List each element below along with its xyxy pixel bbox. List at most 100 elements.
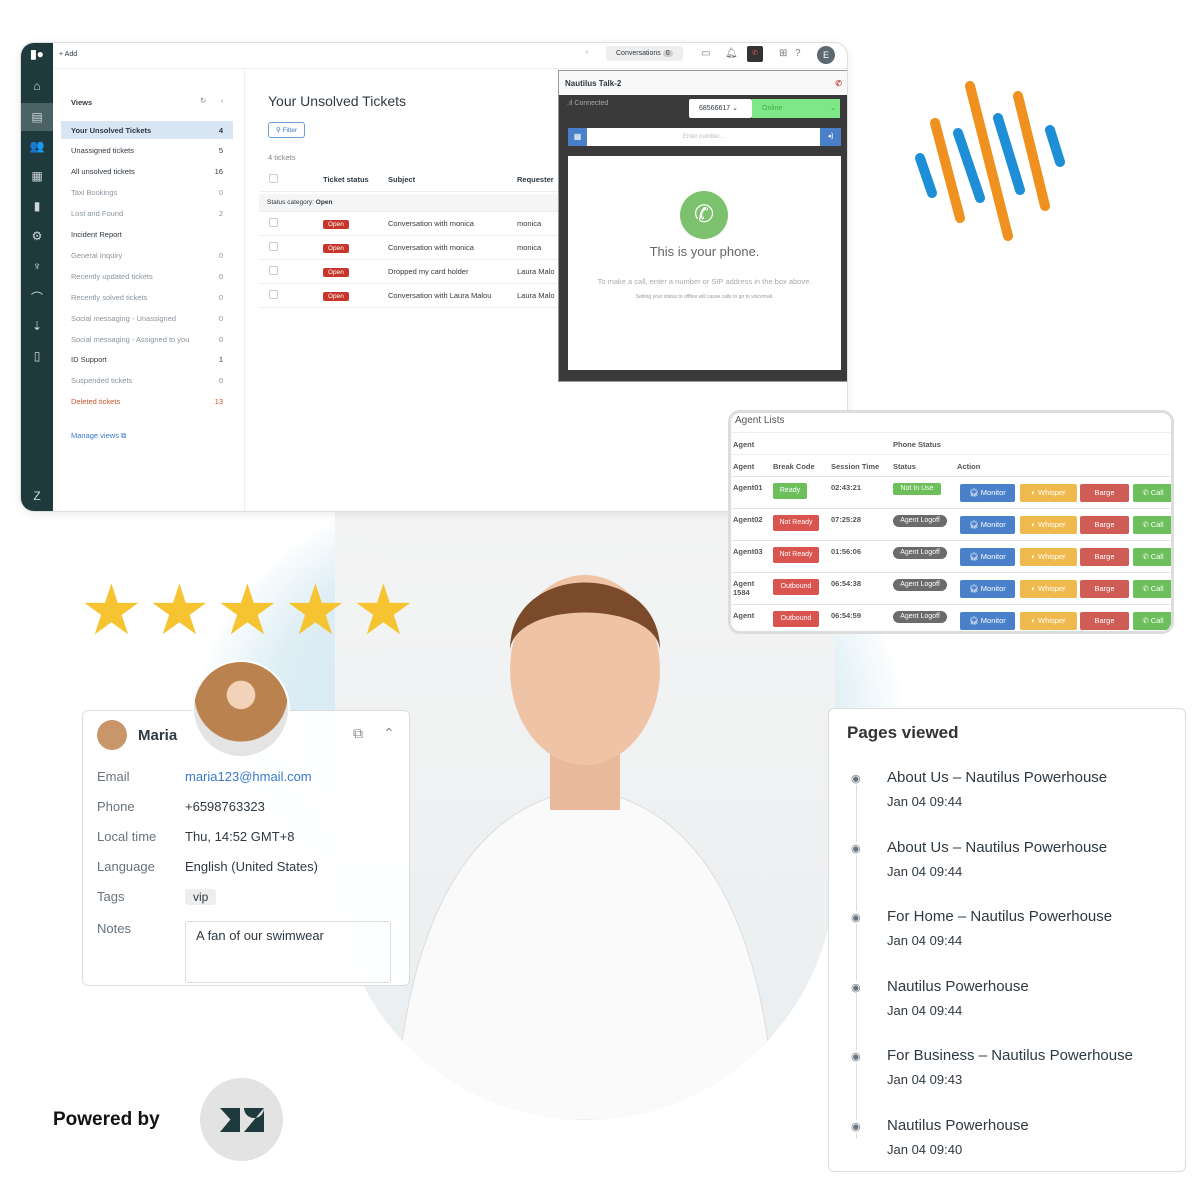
call-button[interactable]: ✆ Call [1133,484,1171,502]
agent-row: Agent01 Ready 02:43:21 Not In Use 🎧︎ Monitor… [731,476,1171,508]
field-value: +6598763323 [185,799,265,814]
select-all-checkbox[interactable] [269,174,278,183]
view-item[interactable]: Taxi Bookings 0 [61,184,233,202]
view-item[interactable]: Incident Report [61,226,233,244]
view-item[interactable]: Recently solved tickets 0 [61,288,233,306]
whisper-button[interactable]: ◐ Whisper [1020,516,1077,534]
view-item[interactable]: All unsolved tickets 16 [61,163,233,181]
monitor-button[interactable]: 🎧︎ Monitor [960,516,1015,534]
call-button[interactable]: ✆ Call [1133,548,1171,566]
collapse-icon[interactable]: ‹ [221,96,224,105]
monitor-button[interactable]: 🎧︎ Monitor [960,612,1015,630]
refresh-icon[interactable]: ↻ [200,96,206,105]
row-checkbox[interactable] [269,242,278,251]
file-icon[interactable]: ▯ [21,349,53,363]
field-value[interactable]: maria123@hmail.com [185,769,312,784]
break-code-badge: Outbound [773,611,819,627]
page-title: Your Unsolved Tickets [268,93,406,109]
user-avatar[interactable]: E [817,46,835,64]
whisper-button[interactable]: ◐ Whisper [1020,548,1077,566]
reporting-icon[interactable]: ▮ [21,199,53,213]
view-item[interactable]: Social messaging - Unassigned 0 [61,309,233,327]
view-item[interactable]: Unassigned tickets 5 [61,142,233,160]
notes-row: Notes A fan of our swimwear [97,921,391,983]
view-item[interactable]: ID Support 1 [61,351,233,369]
call-button[interactable]: ✆ Call [1133,612,1171,630]
tickets-icon[interactable]: ▤ [21,103,53,131]
whisper-button[interactable]: ◐ Whisper [1020,484,1077,502]
page-view-item[interactable]: ◉ For Home – Nautilus Powerhouse Jan 04 09… [851,908,1171,948]
row-checkbox[interactable] [269,266,278,275]
view-item[interactable]: Lost and Found 2 [61,205,233,223]
group-agent: Agent [733,440,755,449]
customers-icon[interactable]: 👥 [21,139,53,153]
barge-button[interactable]: Barge [1080,580,1129,598]
apps-grid-icon[interactable]: ⊞ [779,48,787,59]
view-item[interactable]: Suspended tickets 0 [61,372,233,390]
notes-textarea[interactable]: A fan of our swimwear [185,921,391,983]
col-subject: Subject [388,175,416,184]
conversations-button[interactable]: Conversations 0 [606,46,683,61]
table-row[interactable]: Open Conversation with monica monica [259,212,569,236]
signal-icon[interactable]: ⌒ [21,289,53,306]
apps-icon[interactable]: ♆ [21,259,53,273]
add-button[interactable]: + Add [59,51,77,58]
number-input[interactable]: Enter number... [587,128,820,146]
page-view-item[interactable]: ◉ About Us – Nautilus Powerhouse Jan 04 09… [851,769,1171,809]
monitor-button[interactable]: 🎧︎ Monitor [960,548,1015,566]
home-icon[interactable]: ⌂ [21,79,53,93]
collapse-chevron-icon[interactable]: ⌃ [383,725,395,742]
barge-button[interactable]: Barge [1080,516,1129,534]
table-header: Ticket status Subject Requester [259,168,569,192]
view-label: Social messaging - Assigned to you [71,334,190,344]
organizations-icon[interactable]: ▦ [21,169,53,183]
search-icon[interactable]: ⌕ [585,49,589,57]
whisper-button[interactable]: ◐ Whisper [1020,612,1077,630]
page-time: Jan 04 09:44 [887,933,963,948]
whisper-button[interactable]: ◐ Whisper [1020,580,1077,598]
monitor-button[interactable]: 🎧︎ Monitor [960,484,1015,502]
view-count: 1 [218,355,223,365]
help-icon[interactable]: ? [795,48,801,59]
view-item[interactable]: Your Unsolved Tickets 4 [61,121,233,139]
call-button[interactable]: ✆ Call [1133,516,1171,534]
bell-icon[interactable]: 🔔︎ [725,48,738,59]
download-icon[interactable]: ⇣ [21,319,53,333]
number-select[interactable]: 68566617 ⌄ [689,99,752,118]
chat-icon[interactable]: ▭ [701,48,710,59]
open-external-icon[interactable]: ⧉ [353,725,363,742]
call-out-icon[interactable]: ◂) [820,128,841,146]
tag-vip[interactable]: vip [185,889,217,905]
table-row[interactable]: Open Conversation with Laura Malou Laura M… [259,284,569,308]
monitor-button[interactable]: 🎧︎ Monitor [960,580,1015,598]
call-button[interactable]: ✆ Call [1133,580,1171,598]
table-row[interactable]: Open Conversation with monica monica [259,236,569,260]
view-item[interactable]: Recently updated tickets 0 [61,267,233,285]
session-time: 01:56:06 [831,547,862,556]
page-view-item[interactable]: ◉ Nautilus Powerhouse Jan 04 09:40 [851,1117,1171,1157]
barge-button[interactable]: Barge [1080,612,1129,630]
page-view-item[interactable]: ◉ For Business – Nautilus Powerhouse Jan 0… [851,1047,1171,1087]
table-row[interactable]: Open Dropped my card holder Laura Malo [259,260,569,284]
admin-gear-icon[interactable]: ⚙ [21,229,53,243]
view-count: 0 [218,313,223,323]
filter-button[interactable]: ⚲ Filter [268,122,306,138]
view-item[interactable]: Social messaging - Assigned to you 0 [61,330,233,348]
ticket-requester: Laura Malo [517,291,555,300]
row-checkbox[interactable] [269,290,278,299]
manage-views-link[interactable]: Manage views ⧉ [71,431,126,441]
row-checkbox[interactable] [269,218,278,227]
status-select[interactable]: Online ⌄ [752,99,840,118]
page-view-item[interactable]: ◉ Nautilus Powerhouse Jan 04 09:44 [851,978,1171,1018]
view-item[interactable]: Deleted tickets 13 [61,393,233,411]
barge-button[interactable]: Barge [1080,484,1129,502]
page-view-item[interactable]: ◉ About Us – Nautilus Powerhouse Jan 04 09… [851,839,1171,879]
agent-row: Agent Outbound 06:54:59 Agent Logoff 🎧︎ Moni… [731,604,1171,631]
barge-button[interactable]: Barge [1080,548,1129,566]
view-item[interactable]: General Inquiry 0 [61,246,233,264]
dialpad-icon[interactable]: ▦ [568,128,587,146]
view-label: Recently updated tickets [71,271,153,281]
agent-row: Agent02 Not Ready 07:25:28 Agent Logoff 🎧︎ M… [731,508,1171,540]
phone-hint: To make a call, enter a number or SIP ad… [597,277,812,286]
talk-app-icon[interactable]: ✆ [747,46,763,62]
